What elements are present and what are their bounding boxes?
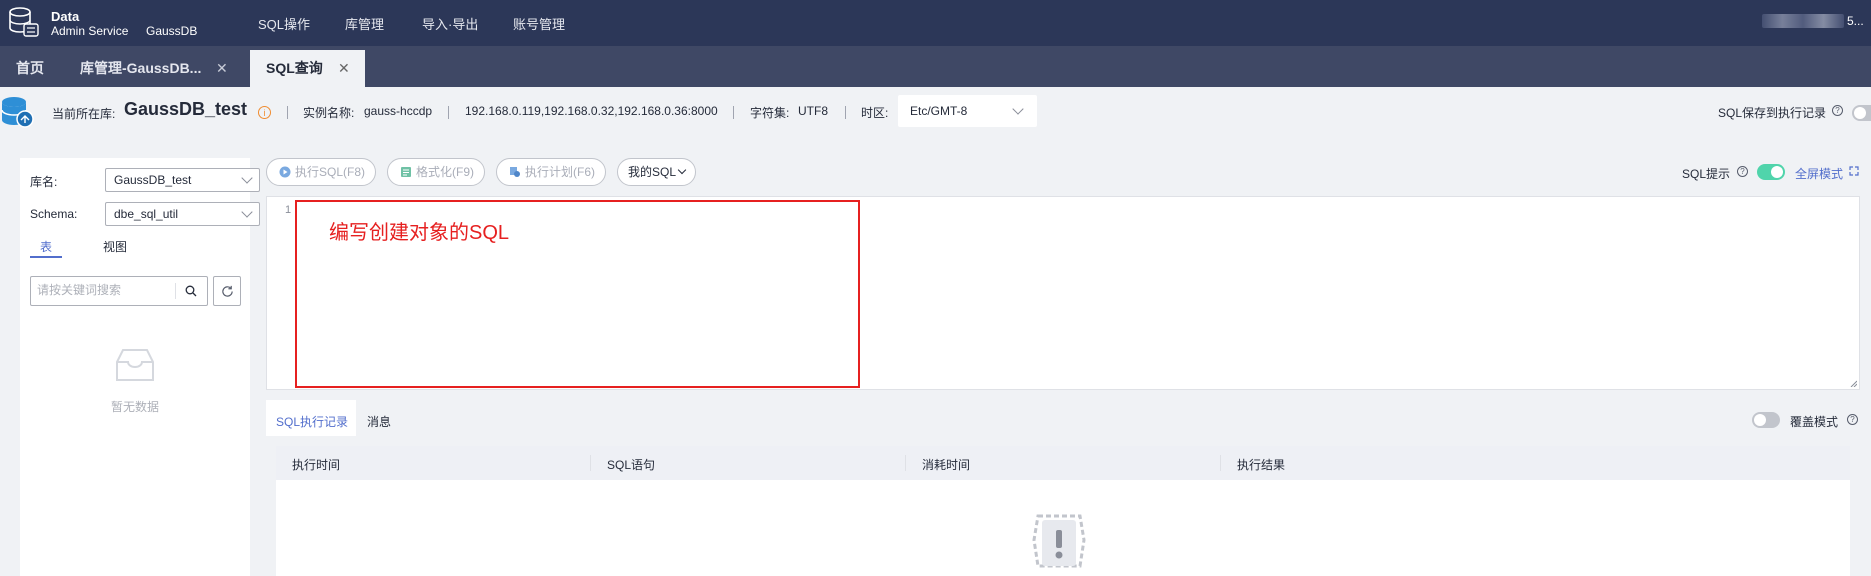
info-icon[interactable]: i (258, 106, 271, 119)
table-search-input[interactable] (37, 283, 172, 297)
my-sql-dropdown[interactable]: 我的SQL (617, 158, 697, 186)
user-account-suffix: 5... (1847, 14, 1864, 28)
brand-subtitle: Admin Service (51, 24, 129, 38)
line-gutter: 1 (267, 197, 295, 389)
active-tab-indicator (30, 256, 62, 258)
tab-sql-query[interactable]: SQL查询 ✕ (250, 50, 365, 87)
tab-home[interactable]: 首页 (0, 50, 59, 87)
annotation-box: 编写创建对象的SQL (295, 200, 860, 388)
chevron-down-icon (241, 172, 253, 184)
overwrite-mode-toggle[interactable] (1752, 412, 1780, 428)
format-icon (401, 167, 411, 177)
connection-info-bar: 当前所在库: GaussDB_test i 实例名称: gauss-hccdp … (0, 87, 1871, 137)
tab-messages[interactable]: 消息 (367, 413, 391, 430)
results-header: SQL执行记录 消息 覆盖模式 ? (266, 400, 1860, 436)
column-header: SQL语句 (607, 458, 656, 472)
execute-sql-label: 执行SQL(F8) (295, 165, 366, 179)
empty-state-text: 暂无数据 (111, 400, 160, 414)
column-header: 消耗时间 (922, 458, 971, 472)
exec-plan-label: 执行计划(F6) (525, 165, 595, 179)
exec-plan-button[interactable]: 执行计划(F6) (496, 158, 606, 186)
das-logo-icon (9, 7, 39, 37)
play-icon (279, 166, 291, 178)
brand-product: GaussDB (146, 24, 198, 38)
timezone-select[interactable]: Etc/GMT-8 (898, 95, 1037, 127)
brand-title: Data (51, 9, 80, 24)
refresh-icon (222, 285, 233, 297)
chevron-down-icon (241, 206, 253, 218)
chevron-down-icon (677, 165, 687, 175)
tab-db-manage-label: 库管理-GaussDB... (80, 60, 202, 76)
current-db-name: GaussDB_test (124, 99, 248, 119)
save-to-history-label: SQL保存到执行记录 (1718, 106, 1827, 120)
help-icon[interactable]: ? (1737, 166, 1748, 177)
plan-icon (510, 167, 520, 177)
execute-sql-button[interactable]: 执行SQL(F8) (266, 158, 377, 186)
overwrite-mode-label: 覆盖模式 (1790, 415, 1839, 429)
tab-home-label: 首页 (16, 60, 44, 76)
schema-select-value: dbe_sql_util (114, 207, 179, 221)
object-browser-panel: 库名: GaussDB_test Schema: dbe_sql_util 表 … (20, 158, 260, 576)
db-select-value: GaussDB_test (114, 173, 192, 187)
empty-warning-icon (1032, 514, 1086, 568)
table-search-box (30, 276, 208, 306)
format-button[interactable]: 格式化(F9) (387, 158, 485, 186)
timezone-label: 时区: (861, 106, 889, 120)
help-icon[interactable]: ? (1847, 414, 1858, 425)
fullscreen-label[interactable]: 全屏模式 (1795, 165, 1843, 182)
save-to-history-toggle[interactable] (1852, 105, 1871, 121)
my-sql-label: 我的SQL (628, 165, 677, 179)
resize-handle-icon[interactable] (1850, 380, 1857, 387)
sql-history-table: 执行时间 SQL语句 消耗时间 执行结果 (276, 446, 1850, 576)
table-header: 执行时间 SQL语句 消耗时间 执行结果 (276, 446, 1850, 480)
refresh-button[interactable] (213, 276, 241, 306)
schema-select[interactable]: dbe_sql_util (105, 202, 260, 226)
db-select-label: 库名: (30, 175, 58, 189)
tab-sql-history[interactable]: SQL执行记录 (276, 413, 348, 430)
menu-import-export[interactable]: 导入·导出 (422, 14, 478, 33)
timezone-value: Etc/GMT-8 (910, 104, 968, 118)
charset-label: 字符集: (750, 106, 790, 120)
tab-tables[interactable]: 表 (40, 238, 52, 255)
instance-addresses: 192.168.0.119,192.168.0.32,192.168.0.36:… (465, 104, 718, 118)
help-icon[interactable]: ? (1832, 105, 1843, 116)
sql-hint-toggle[interactable] (1757, 164, 1785, 180)
schema-select-label: Schema: (30, 207, 78, 221)
menu-sql-ops[interactable]: SQL操作 (258, 14, 310, 33)
sql-editor[interactable]: 1 编写创建对象的SQL (266, 196, 1860, 390)
user-account-redacted[interactable] (1762, 14, 1844, 28)
close-icon[interactable]: ✕ (338, 50, 350, 87)
db-select[interactable]: GaussDB_test (105, 168, 260, 192)
close-icon[interactable]: ✕ (216, 50, 228, 87)
fullscreen-icon[interactable] (1849, 166, 1859, 176)
current-db-label: 当前所在库: (52, 107, 116, 121)
tab-views[interactable]: 视图 (103, 238, 127, 255)
instance-label: 实例名称: (303, 106, 355, 120)
column-header: 执行结果 (1237, 458, 1286, 472)
empty-box-icon (116, 349, 154, 381)
chevron-down-icon (1012, 103, 1024, 115)
tab-sql-query-label: SQL查询 (266, 60, 323, 76)
column-header: 执行时间 (292, 458, 341, 472)
annotation-text: 编写创建对象的SQL (329, 222, 510, 244)
top-nav: Data Admin Service GaussDB SQL操作 库管理 导入·… (0, 0, 1871, 46)
database-icon (1, 97, 34, 128)
sql-hint-label: SQL提示 (1682, 167, 1731, 181)
tab-db-manage[interactable]: 库管理-GaussDB... ✕ (64, 50, 242, 87)
menu-db-manage[interactable]: 库管理 (345, 14, 384, 33)
format-label: 格式化(F9) (416, 165, 474, 179)
instance-name: gauss-hccdp (364, 104, 433, 118)
line-number: 1 (285, 204, 292, 216)
charset-value: UTF8 (798, 104, 828, 118)
search-icon[interactable] (185, 285, 197, 297)
menu-account-manage[interactable]: 账号管理 (513, 14, 565, 33)
page-tabs: 首页 库管理-GaussDB... ✕ SQL查询 ✕ (0, 46, 1871, 87)
